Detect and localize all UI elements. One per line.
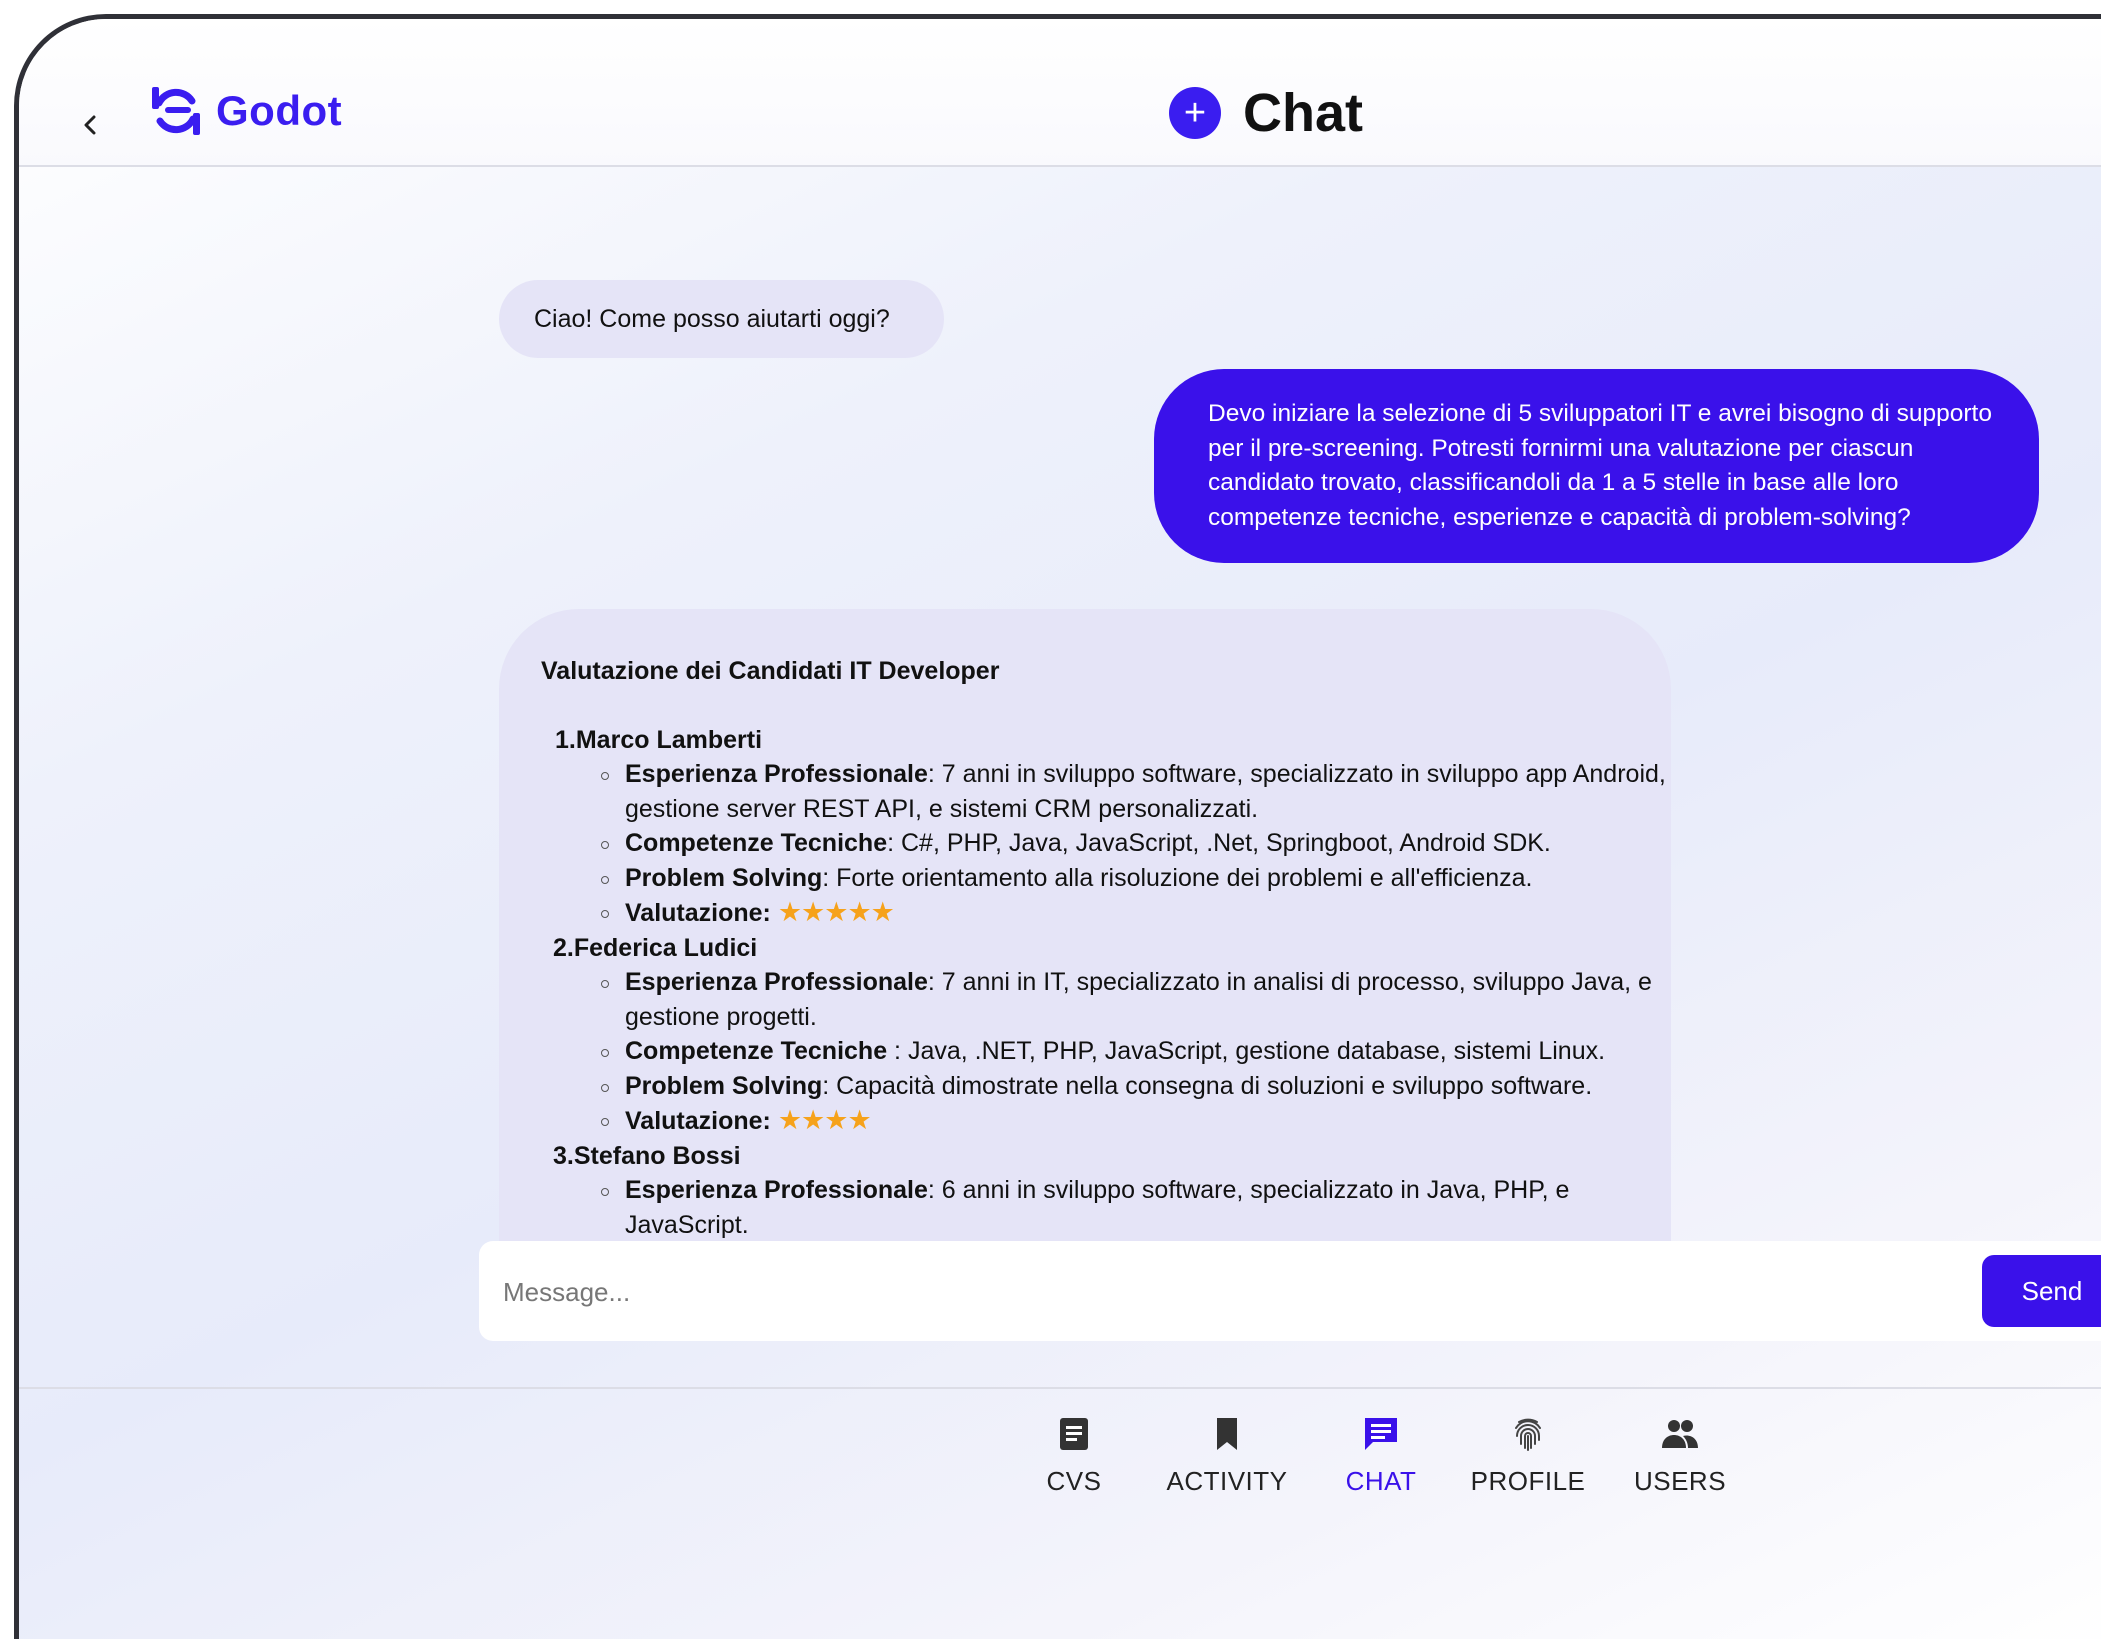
godot-logo-icon — [152, 87, 200, 135]
detail-problem-solving: Problem Solving: Forte orientamento alla… — [601, 861, 1671, 896]
star-rating: ★★★★ — [777, 1105, 872, 1135]
nav-item-chat[interactable]: CHAT — [1301, 1414, 1461, 1497]
send-button[interactable]: Send — [1982, 1255, 2101, 1327]
detail-experience: Esperienza Professionale: 7 anni in svil… — [601, 757, 1671, 826]
candidate-number: 1. — [555, 725, 576, 754]
user-message: Devo iniziare la selezione di 5 sviluppa… — [1154, 369, 2039, 563]
detail-rating: Valutazione: ★★★★★ — [601, 895, 1671, 931]
message-input[interactable] — [501, 1263, 1945, 1321]
candidate-details: Esperienza Professionale: 6 anni in svil… — [541, 1173, 1671, 1242]
page-title: Chat — [1243, 83, 1363, 143]
bottom-nav: CVS ACTIVITY CHAT PROFILE USERS — [19, 1414, 2101, 1534]
detail-skills: Competenze Tecniche : Java, .NET, PHP, J… — [601, 1034, 1671, 1069]
candidate-details: Esperienza Professionale: 7 anni in IT, … — [541, 965, 1671, 1139]
detail-experience: Esperienza Professionale: 6 anni in svil… — [601, 1173, 1671, 1242]
nav-label: CHAT — [1345, 1466, 1417, 1496]
nav-item-activity[interactable]: ACTIVITY — [1147, 1414, 1307, 1497]
evaluation-heading: Valutazione dei Candidati IT Developer — [541, 657, 1000, 685]
nav-item-users[interactable]: USERS — [1600, 1414, 1760, 1497]
detail-experience: Esperienza Professionale: 7 anni in IT, … — [601, 965, 1671, 1034]
bookmark-icon — [1217, 1418, 1237, 1450]
detail-rating: Valutazione: ★★★★ — [601, 1103, 1671, 1139]
page-title-group: + Chat — [1169, 82, 1363, 144]
candidate-item: 2. Federica Ludici Esperienza Professiona… — [541, 931, 1671, 1139]
nav-label: PROFILE — [1470, 1466, 1586, 1496]
app-logo[interactable]: Godot — [148, 83, 342, 139]
candidate-name: 1. Marco Lamberti — [555, 723, 1671, 758]
nav-label: CVS — [1046, 1466, 1102, 1496]
fingerprint-icon — [1515, 1418, 1541, 1451]
app-name: Godot — [216, 87, 343, 134]
app-window: Godot + Chat Ciao! Come posso aiutarti o… — [14, 14, 2101, 1639]
users-icon — [1662, 1420, 1698, 1448]
star-rating: ★★★★★ — [777, 897, 895, 927]
candidate-item: 3. Stefano Bossi Esperienza Professionale… — [541, 1139, 1671, 1243]
top-bar: Godot + Chat — [19, 19, 2101, 167]
nav-item-cvs[interactable]: CVS — [994, 1414, 1154, 1497]
candidate-details: Esperienza Professionale: 7 anni in svil… — [541, 757, 1671, 931]
candidate-item: 1. Marco Lamberti Esperienza Professional… — [541, 723, 1671, 931]
divider — [19, 1387, 2101, 1389]
nav-label: USERS — [1633, 1466, 1727, 1496]
bot-message-greeting: Ciao! Come posso aiutarti oggi? — [499, 280, 944, 358]
new-chat-button[interactable]: + — [1169, 87, 1221, 139]
back-arrow-icon[interactable] — [74, 109, 106, 141]
candidate-number: 2. — [553, 933, 574, 962]
document-icon — [1060, 1418, 1088, 1450]
bot-message-evaluation: Valutazione dei Candidati IT Developer 1… — [499, 609, 1671, 1249]
nav-item-profile[interactable]: PROFILE — [1448, 1414, 1608, 1497]
candidate-name: 2. Federica Ludici — [553, 931, 1671, 966]
candidate-name: 3. Stefano Bossi — [553, 1139, 1671, 1174]
chat-icon — [1365, 1418, 1397, 1450]
detail-problem-solving: Problem Solving: Capacità dimostrate nel… — [601, 1069, 1671, 1104]
message-composer: Send — [479, 1241, 2101, 1341]
detail-skills: Competenze Tecniche: C#, PHP, Java, Java… — [601, 826, 1671, 861]
candidate-number: 3. — [553, 1141, 574, 1170]
nav-label: ACTIVITY — [1166, 1466, 1288, 1496]
